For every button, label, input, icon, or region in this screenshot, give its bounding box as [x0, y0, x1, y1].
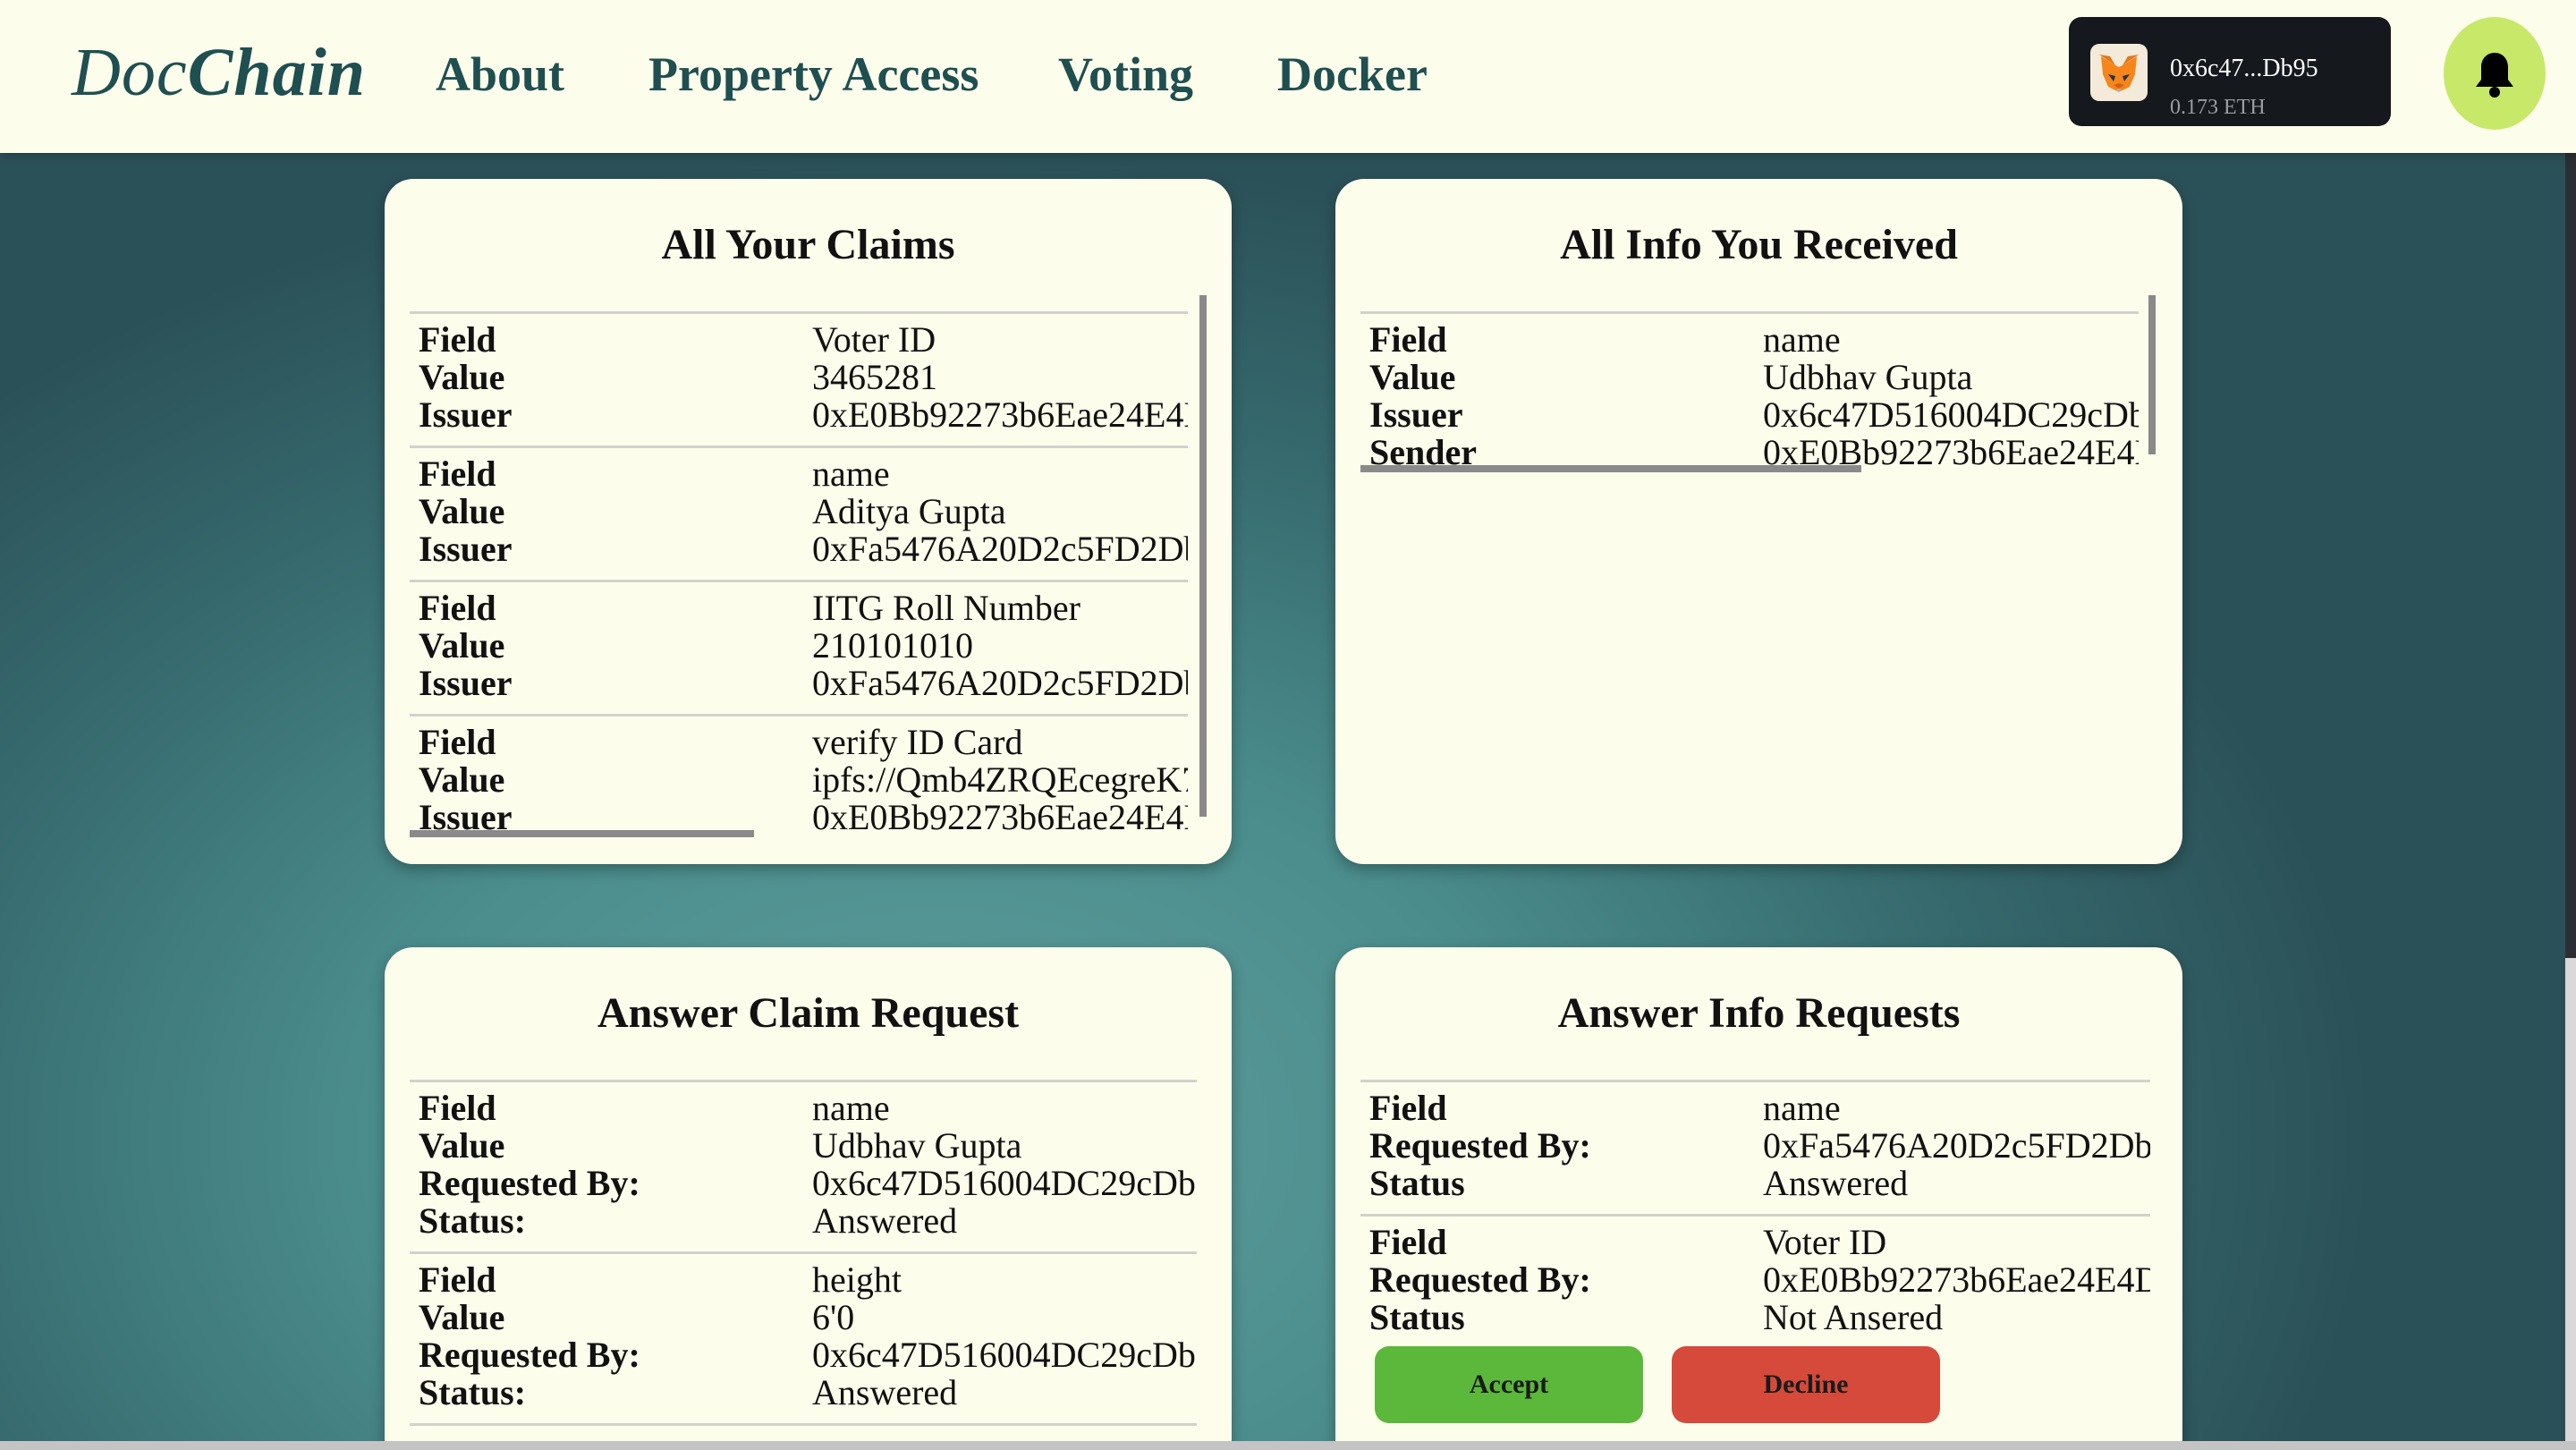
value-value: ipfs://Qmb4ZRQEcegreK7: [812, 759, 1188, 800]
requested-by-value: 0x6c47D516004DC29cDb1: [812, 1163, 1197, 1203]
field-value: IITG Roll Number: [812, 588, 1080, 628]
table-divider: [410, 1423, 1197, 1426]
claims-title: All Your Claims: [661, 221, 955, 268]
issuer-label: Issuer: [1369, 394, 1463, 435]
top-navbar: DocChain About Property Access Voting Do…: [0, 0, 2576, 153]
status-label: Status:: [419, 1200, 527, 1241]
received-record: Field name Value Udbhav Gupta Issuer 0x6c47…: [1360, 311, 2139, 471]
claim-requests-table[interactable]: Field name Value Udbhav Gupta Requested By…: [410, 1080, 1197, 1450]
requested-by-label: Requested By:: [419, 1163, 640, 1203]
received-table[interactable]: Field name Value Udbhav Gupta Issuer 0x6c47…: [1360, 311, 2139, 471]
docchain-logo[interactable]: DocChain: [72, 34, 366, 112]
claim-record: Field IITG Roll Number Value 210101010 Iss…: [410, 580, 1188, 714]
value-value: 6'0: [812, 1297, 855, 1337]
field-value: Voter ID: [812, 319, 936, 360]
field-value: name: [812, 454, 890, 494]
value-label: Value: [419, 357, 505, 397]
info-request-record: Field Voter ID Requested By: 0xE0Bb92273b6…: [1360, 1214, 2150, 1348]
claim-requests-title: Answer Claim Request: [597, 989, 1020, 1037]
page-horizontal-scrollbar[interactable]: [0, 1441, 2576, 1450]
value-label: Value: [419, 491, 505, 531]
issuer-value: 0xFa5476A20D2c5FD2Db: [812, 529, 1188, 569]
bell-icon: [2476, 53, 2513, 98]
info-requests-table[interactable]: Field name Requested By: 0xFa5476A20D2c5FD…: [1360, 1080, 2150, 1348]
value-value: Aditya Gupta: [812, 491, 1006, 531]
requested-by-label: Requested By:: [1369, 1259, 1591, 1300]
requested-by-label: Requested By:: [419, 1335, 640, 1375]
value-label: Value: [419, 1297, 505, 1337]
field-label: Field: [419, 588, 496, 628]
status-value: Answered: [1763, 1163, 1909, 1203]
info-request-record: Field name Requested By: 0xFa5476A20D2c5FD…: [1360, 1080, 2150, 1214]
field-label: Field: [419, 454, 496, 494]
claim-record: Field name Value Aditya Gupta Issuer 0xFa54…: [410, 445, 1188, 580]
claim-request-record: Field name Value Udbhav Gupta Requested By…: [410, 1080, 1197, 1251]
status-label: Status: [1369, 1163, 1465, 1203]
field-value: name: [1763, 1088, 1841, 1128]
field-label: Field: [419, 1259, 496, 1300]
nav-property-access[interactable]: Property Access: [648, 47, 979, 102]
value-value: Udbhav Gupta: [1763, 357, 1973, 397]
claim-record: Field Voter ID Value 3465281 Issuer 0xE0Bb9…: [410, 311, 1188, 445]
field-label: Field: [1369, 1088, 1447, 1128]
status-value: Answered: [812, 1372, 958, 1412]
nav-docker[interactable]: Docker: [1277, 47, 1428, 102]
status-value: Answered: [812, 1200, 958, 1241]
field-value: Voter ID: [1763, 1222, 1887, 1262]
field-label: Field: [419, 319, 496, 360]
claim-record: Field verify ID Card Value ipfs://Qmb4ZRQE…: [410, 714, 1188, 839]
claim-request-record: Field height Value 6'0 Requested By: 0x6c47…: [410, 1251, 1197, 1423]
field-label: Field: [419, 722, 496, 762]
claims-card: All Your Claims Field Voter ID Value 34652…: [385, 179, 1232, 864]
requested-by-label: Requested By:: [1369, 1125, 1591, 1166]
issuer-value: 0xE0Bb92273b6Eae24E4D: [812, 797, 1188, 837]
claims-horizontal-scrollbar[interactable]: [410, 830, 754, 837]
status-label: Status: [1369, 1297, 1465, 1337]
field-value: name: [1763, 319, 1841, 360]
nav-about[interactable]: About: [436, 47, 564, 102]
value-value: 210101010: [812, 625, 973, 666]
requested-by-value: 0x6c47D516004DC29cDb1: [812, 1335, 1197, 1375]
field-label: Field: [1369, 319, 1447, 360]
claims-vertical-scrollbar[interactable]: [1199, 295, 1207, 817]
value-label: Value: [419, 625, 505, 666]
metamask-fox-icon: [2090, 44, 2148, 101]
claim-requests-card: Answer Claim Request Field name Value Udbh…: [385, 947, 1232, 1450]
value-value: 3465281: [812, 357, 937, 397]
wallet-balance: 0.173 ETH: [2170, 96, 2266, 119]
issuer-label: Issuer: [419, 394, 513, 435]
wallet-address: 0x6c47...Db95: [2170, 55, 2318, 82]
claims-table[interactable]: Field Voter ID Value 3465281 Issuer 0xE0Bb9…: [410, 311, 1188, 839]
received-horizontal-scrollbar[interactable]: [1360, 465, 1861, 472]
requested-by-value: 0xE0Bb92273b6Eae24E4D: [1763, 1259, 2150, 1300]
value-value: Udbhav Gupta: [812, 1125, 1022, 1166]
status-value: Not Ansered: [1763, 1297, 1944, 1337]
value-label: Value: [419, 759, 505, 800]
issuer-value: 0x6c47D516004DC29cDb: [1763, 394, 2139, 435]
accept-button[interactable]: Accept: [1375, 1346, 1643, 1423]
issuer-value: 0xE0Bb92273b6Eae24E4D: [812, 394, 1188, 435]
wallet-button[interactable]: 0x6c47...Db95 0.173 ETH: [2069, 17, 2391, 126]
info-requests-title: Answer Info Requests: [1557, 989, 1961, 1037]
value-label: Value: [419, 1125, 505, 1166]
requested-by-value: 0xFa5476A20D2c5FD2Db1: [1763, 1125, 2150, 1166]
received-vertical-scrollbar[interactable]: [2148, 295, 2156, 454]
field-value: height: [812, 1259, 902, 1300]
value-label: Value: [1369, 357, 1456, 397]
decline-button[interactable]: Decline: [1672, 1346, 1940, 1423]
notifications-button[interactable]: [2444, 17, 2546, 130]
received-card: All Info You Received Field name Value Udb…: [1335, 179, 2182, 864]
nav-voting[interactable]: Voting: [1058, 47, 1193, 102]
info-requests-card: Answer Info Requests Field name Requested…: [1335, 947, 2182, 1450]
status-label: Status:: [419, 1372, 527, 1412]
field-value: name: [812, 1088, 890, 1128]
page-vertical-scrollbar[interactable]: [2565, 153, 2576, 958]
field-value: verify ID Card: [812, 722, 1023, 762]
field-label: Field: [1369, 1222, 1447, 1262]
issuer-label: Issuer: [419, 529, 513, 569]
issuer-label: Issuer: [419, 663, 513, 703]
issuer-value: 0xFa5476A20D2c5FD2Db: [812, 663, 1188, 703]
field-label: Field: [419, 1088, 496, 1128]
received-title: All Info You Received: [1560, 221, 1958, 268]
